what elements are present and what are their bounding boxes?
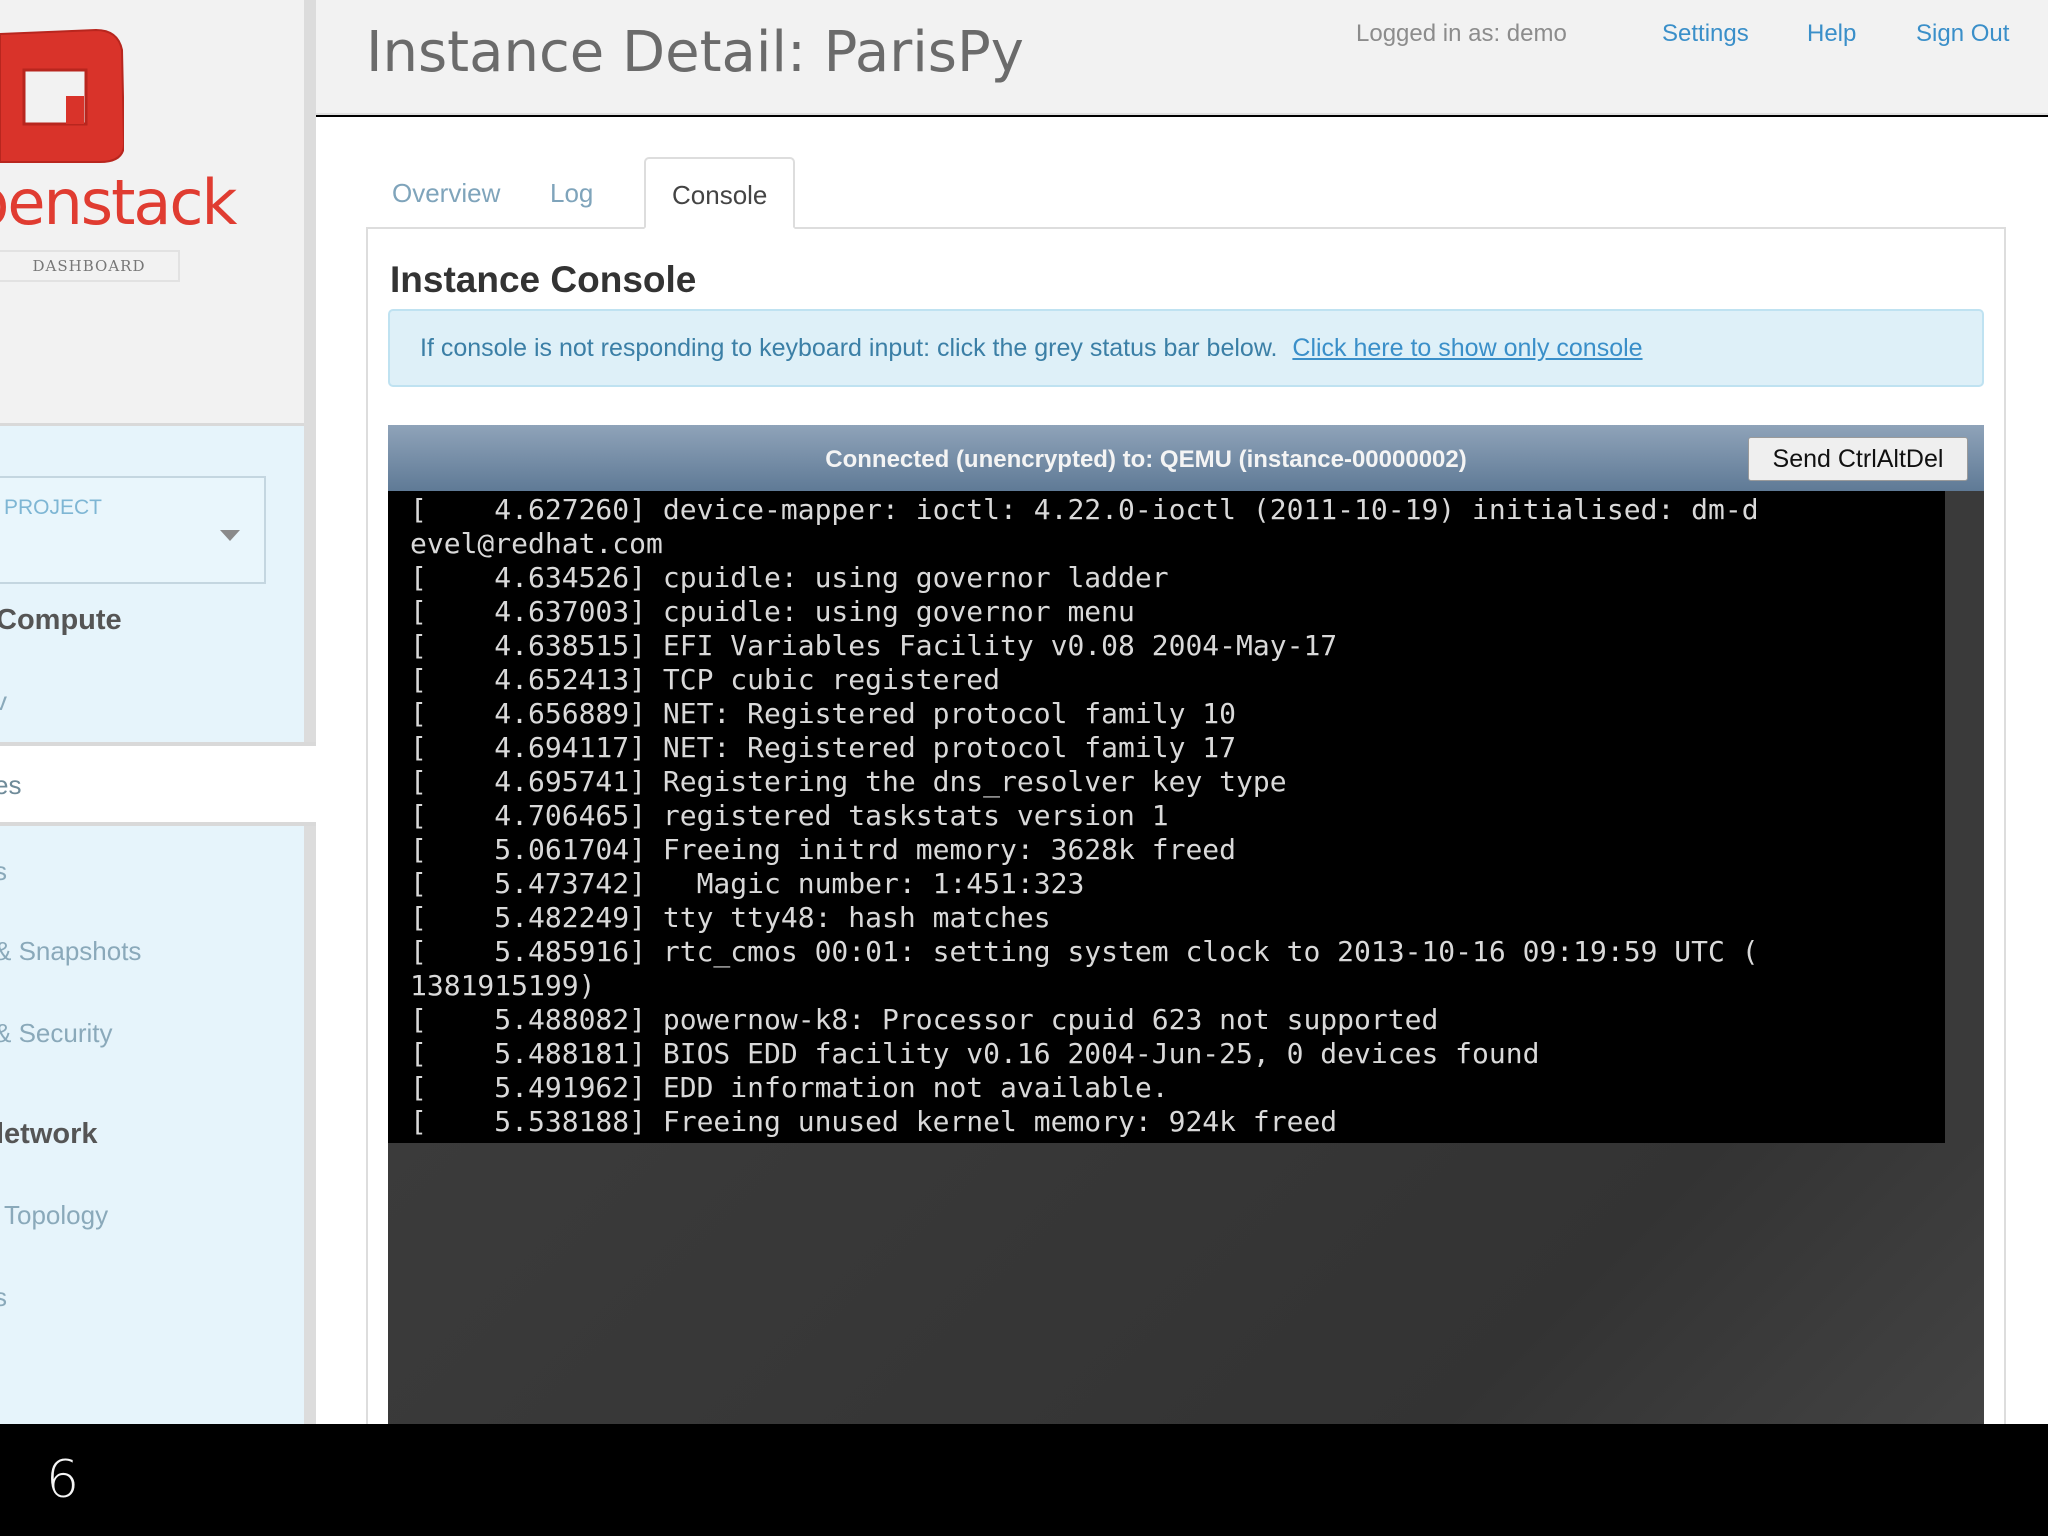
terminal-line: [ 5.485916] rtc_cmos 00:01: setting syst…	[410, 935, 1759, 968]
info-alert: If console is not responding to keyboard…	[388, 309, 1984, 387]
show-only-console-link[interactable]: Click here to show only console	[1292, 334, 1642, 362]
terminal-line: [ 4.634526] cpuidle: using governor ladd…	[410, 561, 1169, 594]
tab-console[interactable]: Console	[644, 157, 796, 229]
logo-subtitle: DASHBOARD	[0, 250, 180, 282]
tab-log[interactable]: Log	[550, 157, 593, 229]
terminal-line: [ 4.656889] NET: Registered protocol fam…	[410, 697, 1237, 730]
sidebar-edge	[304, 0, 316, 1424]
terminal-line: [ 5.482249] tty tty48: hash matches	[410, 901, 1051, 934]
openstack-logo-icon[interactable]	[0, 24, 124, 164]
project-selector[interactable]: PROJECT	[0, 476, 266, 584]
sidebar: penstack DASHBOARD PROJECT Compute v es …	[0, 0, 316, 1424]
terminal-line: [ 5.061704] Freeing initrd memory: 3628k…	[410, 833, 1237, 866]
settings-link[interactable]: Settings	[1662, 20, 1749, 48]
help-link[interactable]: Help	[1807, 20, 1856, 48]
terminal-line: [ 4.694117] NET: Registered protocol fam…	[410, 731, 1237, 764]
sidebar-item-access-security[interactable]: & Security	[0, 1018, 113, 1049]
info-text: If console is not responding to keyboard…	[420, 334, 1278, 362]
logo-area: penstack DASHBOARD	[0, 0, 304, 426]
terminal-line: 1381915199)	[410, 969, 596, 1002]
vnc-console[interactable]: Connected (unencrypted) to: QEMU (instan…	[388, 425, 1984, 1455]
panel-title: Instance Console	[390, 259, 697, 300]
terminal-line: [ 4.695741] Registering the dns_resolver…	[410, 765, 1287, 798]
terminal-line: [ 5.473742] Magic number: 1:451:323	[410, 867, 1085, 900]
console-status-bar[interactable]: Connected (unencrypted) to: QEMU (instan…	[388, 425, 1984, 491]
terminal-line: [ 4.638515] EFI Variables Facility v0.08…	[410, 629, 1338, 662]
chevron-down-icon	[220, 530, 240, 541]
terminal-line: evel@redhat.com	[410, 527, 663, 560]
slide-footer: 6	[0, 1424, 2048, 1536]
page-header: Instance Detail: ParisPy Logged in as: d…	[316, 0, 2048, 115]
terminal-line: [ 5.488082] powernow-k8: Processor cpuid…	[410, 1003, 1439, 1036]
tab-overview[interactable]: Overview	[392, 157, 500, 229]
send-ctrl-alt-del-button[interactable]: Send CtrlAltDel	[1748, 437, 1968, 481]
terminal-line: [ 5.538188] Freeing unused kernel memory…	[410, 1105, 1338, 1138]
sidebar-item-overview[interactable]: v	[0, 686, 7, 717]
terminal-line: [ 4.652413] TCP cubic registered	[410, 663, 1001, 696]
sidebar-item-instances[interactable]: es	[0, 742, 316, 826]
console-background	[388, 1143, 1984, 1455]
console-panel: Instance Console If console is not respo…	[366, 227, 2006, 1455]
terminal-line: [ 5.491962] EDD information not availabl…	[410, 1071, 1169, 1104]
slide-number: 6	[46, 1450, 80, 1510]
logged-in-user: Logged in as: demo	[1356, 20, 1567, 47]
connection-status: Connected (unencrypted) to: QEMU (instan…	[825, 446, 1467, 473]
page-title: Instance Detail: ParisPy	[366, 20, 1024, 85]
sidebar-item-networks[interactable]: s	[0, 1282, 7, 1313]
sidebar-item-label: es	[0, 770, 22, 800]
sidebar-heading-network: letwork	[0, 1118, 98, 1150]
main-content: Overview Log Console Instance Console If…	[316, 117, 2048, 1455]
sidebar-item-images-snapshots[interactable]: & Snapshots	[0, 936, 141, 967]
sidebar-item-volumes[interactable]: s	[0, 856, 7, 887]
sign-out-link[interactable]: Sign Out	[1916, 20, 2009, 48]
project-label: PROJECT	[4, 496, 103, 519]
terminal-line: [ 4.627260] device-mapper: ioctl: 4.22.0…	[410, 493, 1759, 526]
logo-wordmark: penstack	[0, 166, 237, 239]
terminal-screen[interactable]: [ 4.627260] device-mapper: ioctl: 4.22.0…	[388, 491, 1945, 1143]
terminal-line: [ 4.637003] cpuidle: using governor menu	[410, 595, 1135, 628]
sidebar-heading-compute: Compute	[0, 604, 122, 636]
terminal-line: [ 4.706465] registered taskstats version…	[410, 799, 1169, 832]
terminal-line: [ 5.488181] BIOS EDD facility v0.16 2004…	[410, 1037, 1540, 1070]
sidebar-item-network-topology[interactable]: Topology	[4, 1200, 108, 1231]
